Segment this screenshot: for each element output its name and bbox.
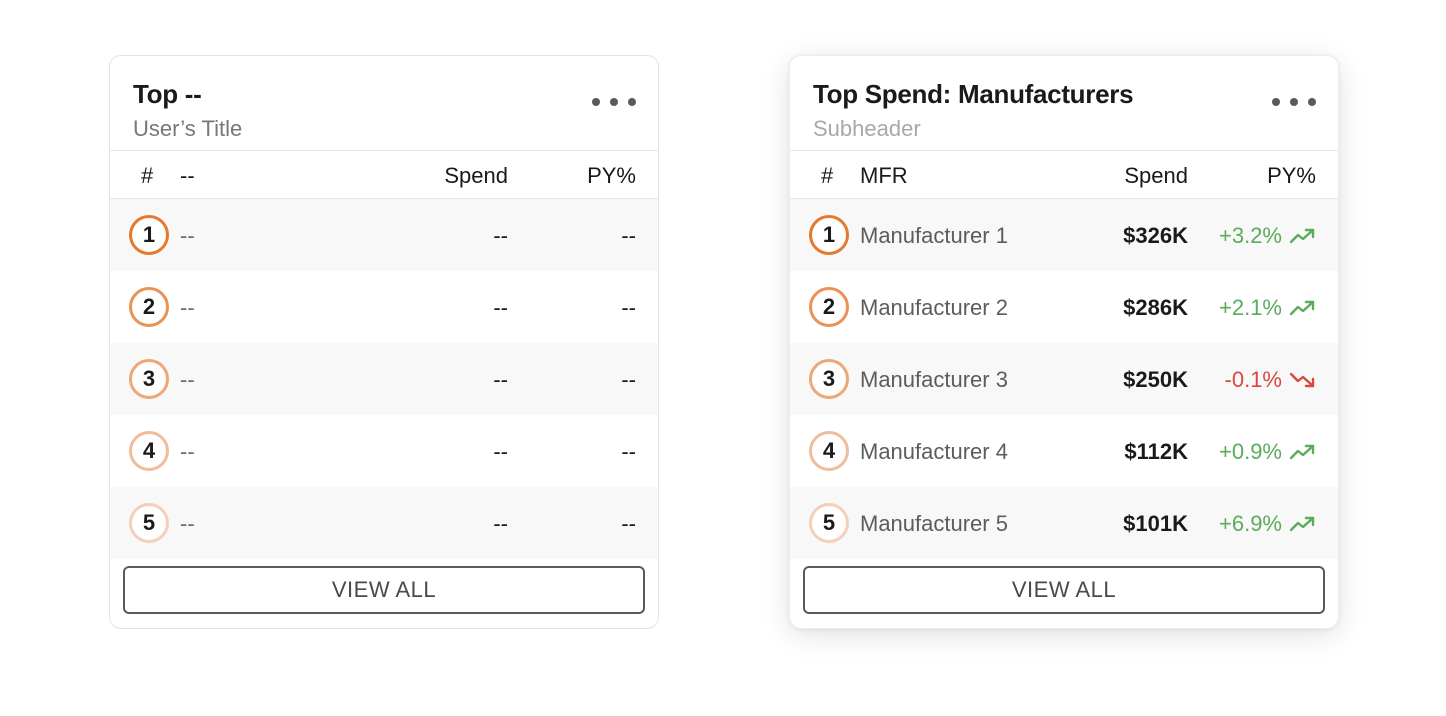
table-row[interactable]: 2 Manufacturer 2 $286K +2.1% — [790, 271, 1338, 343]
column-header-rank: # — [141, 163, 154, 188]
row-py-value: -0.1% — [1224, 367, 1282, 392]
row-py-value: -- — [621, 511, 636, 536]
row-py-value: -- — [621, 223, 636, 248]
row-py: +3.2% — [1219, 223, 1316, 249]
row-py-value: -- — [621, 295, 636, 320]
rank-badge: 5 — [129, 503, 169, 543]
card-subtitle: Subheader — [813, 116, 921, 141]
row-name: -- — [180, 295, 195, 320]
row-name: -- — [180, 367, 195, 392]
row-py: +6.9% — [1219, 511, 1316, 537]
table-row[interactable]: 3 Manufacturer 3 $250K -0.1% — [790, 343, 1338, 415]
row-py: -- — [621, 295, 636, 321]
column-header-py: PY% — [587, 163, 636, 188]
table-row[interactable]: 1 -- -- -- — [110, 199, 658, 271]
row-name: Manufacturer 5 — [860, 511, 1008, 536]
table-row[interactable]: 4 -- -- -- — [110, 415, 658, 487]
rank-badge: 4 — [809, 431, 849, 471]
card-title: Top Spend: Manufacturers — [813, 79, 1134, 109]
top-list-card-placeholder: Top -- User’s Title # -- Spend PY% 1 -- … — [109, 55, 659, 629]
card-header: Top Spend: Manufacturers Subheader — [790, 56, 1338, 151]
row-py-value: -- — [621, 367, 636, 392]
trending-down-icon — [1290, 372, 1315, 388]
row-py: -- — [621, 511, 636, 537]
row-name: -- — [180, 223, 195, 248]
row-py-value: -- — [621, 439, 636, 464]
trending-up-icon — [1290, 516, 1315, 532]
column-header-name: -- — [180, 163, 195, 188]
row-spend: $326K — [1123, 223, 1188, 248]
table-header: # MFR Spend PY% — [790, 151, 1338, 199]
card-header: Top -- User’s Title — [110, 56, 658, 151]
table-row[interactable]: 2 -- -- -- — [110, 271, 658, 343]
row-py: +0.9% — [1219, 439, 1316, 465]
row-py-value: +6.9% — [1219, 511, 1282, 536]
column-header-py: PY% — [1267, 163, 1316, 188]
row-name: -- — [180, 511, 195, 536]
row-spend: -- — [493, 295, 508, 320]
row-name: Manufacturer 2 — [860, 295, 1008, 320]
row-spend: $250K — [1123, 367, 1188, 392]
table-row[interactable]: 3 -- -- -- — [110, 343, 658, 415]
row-py: -- — [621, 223, 636, 249]
row-py: -- — [621, 367, 636, 393]
table-row[interactable]: 5 -- -- -- — [110, 487, 658, 559]
column-header-spend: Spend — [444, 163, 508, 188]
row-py-value: +0.9% — [1219, 439, 1282, 464]
card-title: Top -- — [133, 79, 202, 109]
trending-up-icon — [1290, 300, 1315, 316]
row-spend: -- — [493, 511, 508, 536]
more-options-icon[interactable] — [1272, 94, 1316, 110]
view-all-button[interactable]: VIEW ALL — [123, 566, 645, 614]
row-name: -- — [180, 439, 195, 464]
row-spend: $112K — [1124, 439, 1188, 464]
row-spend: $286K — [1123, 295, 1188, 320]
trending-up-icon — [1290, 444, 1315, 460]
trending-up-icon — [1290, 228, 1315, 244]
row-spend: $101K — [1123, 511, 1188, 536]
rank-badge: 1 — [809, 215, 849, 255]
rank-badge: 5 — [809, 503, 849, 543]
column-header-spend: Spend — [1124, 163, 1188, 188]
table-row[interactable]: 1 Manufacturer 1 $326K +3.2% — [790, 199, 1338, 271]
row-py: -- — [621, 439, 636, 465]
rank-badge: 2 — [129, 287, 169, 327]
row-spend: -- — [493, 367, 508, 392]
row-spend: -- — [493, 223, 508, 248]
card-subtitle: User’s Title — [133, 116, 243, 141]
row-spend: -- — [493, 439, 508, 464]
table-header: # -- Spend PY% — [110, 151, 658, 199]
rank-badge: 2 — [809, 287, 849, 327]
row-name: Manufacturer 4 — [860, 439, 1008, 464]
table-row[interactable]: 5 Manufacturer 5 $101K +6.9% — [790, 487, 1338, 559]
top-spend-manufacturers-card: Top Spend: Manufacturers Subheader # MFR… — [789, 55, 1339, 629]
row-py: +2.1% — [1219, 295, 1316, 321]
rank-badge: 4 — [129, 431, 169, 471]
row-py-value: +3.2% — [1219, 223, 1282, 248]
row-py: -0.1% — [1225, 367, 1316, 393]
view-all-button[interactable]: VIEW ALL — [803, 566, 1325, 614]
column-header-rank: # — [821, 163, 834, 188]
more-options-icon[interactable] — [592, 94, 636, 110]
rank-badge: 3 — [129, 359, 169, 399]
rank-badge: 1 — [129, 215, 169, 255]
rank-badge: 3 — [809, 359, 849, 399]
table-row[interactable]: 4 Manufacturer 4 $112K +0.9% — [790, 415, 1338, 487]
row-py-value: +2.1% — [1219, 295, 1282, 320]
row-name: Manufacturer 3 — [860, 367, 1008, 392]
row-name: Manufacturer 1 — [860, 223, 1008, 248]
column-header-name: MFR — [860, 163, 908, 188]
